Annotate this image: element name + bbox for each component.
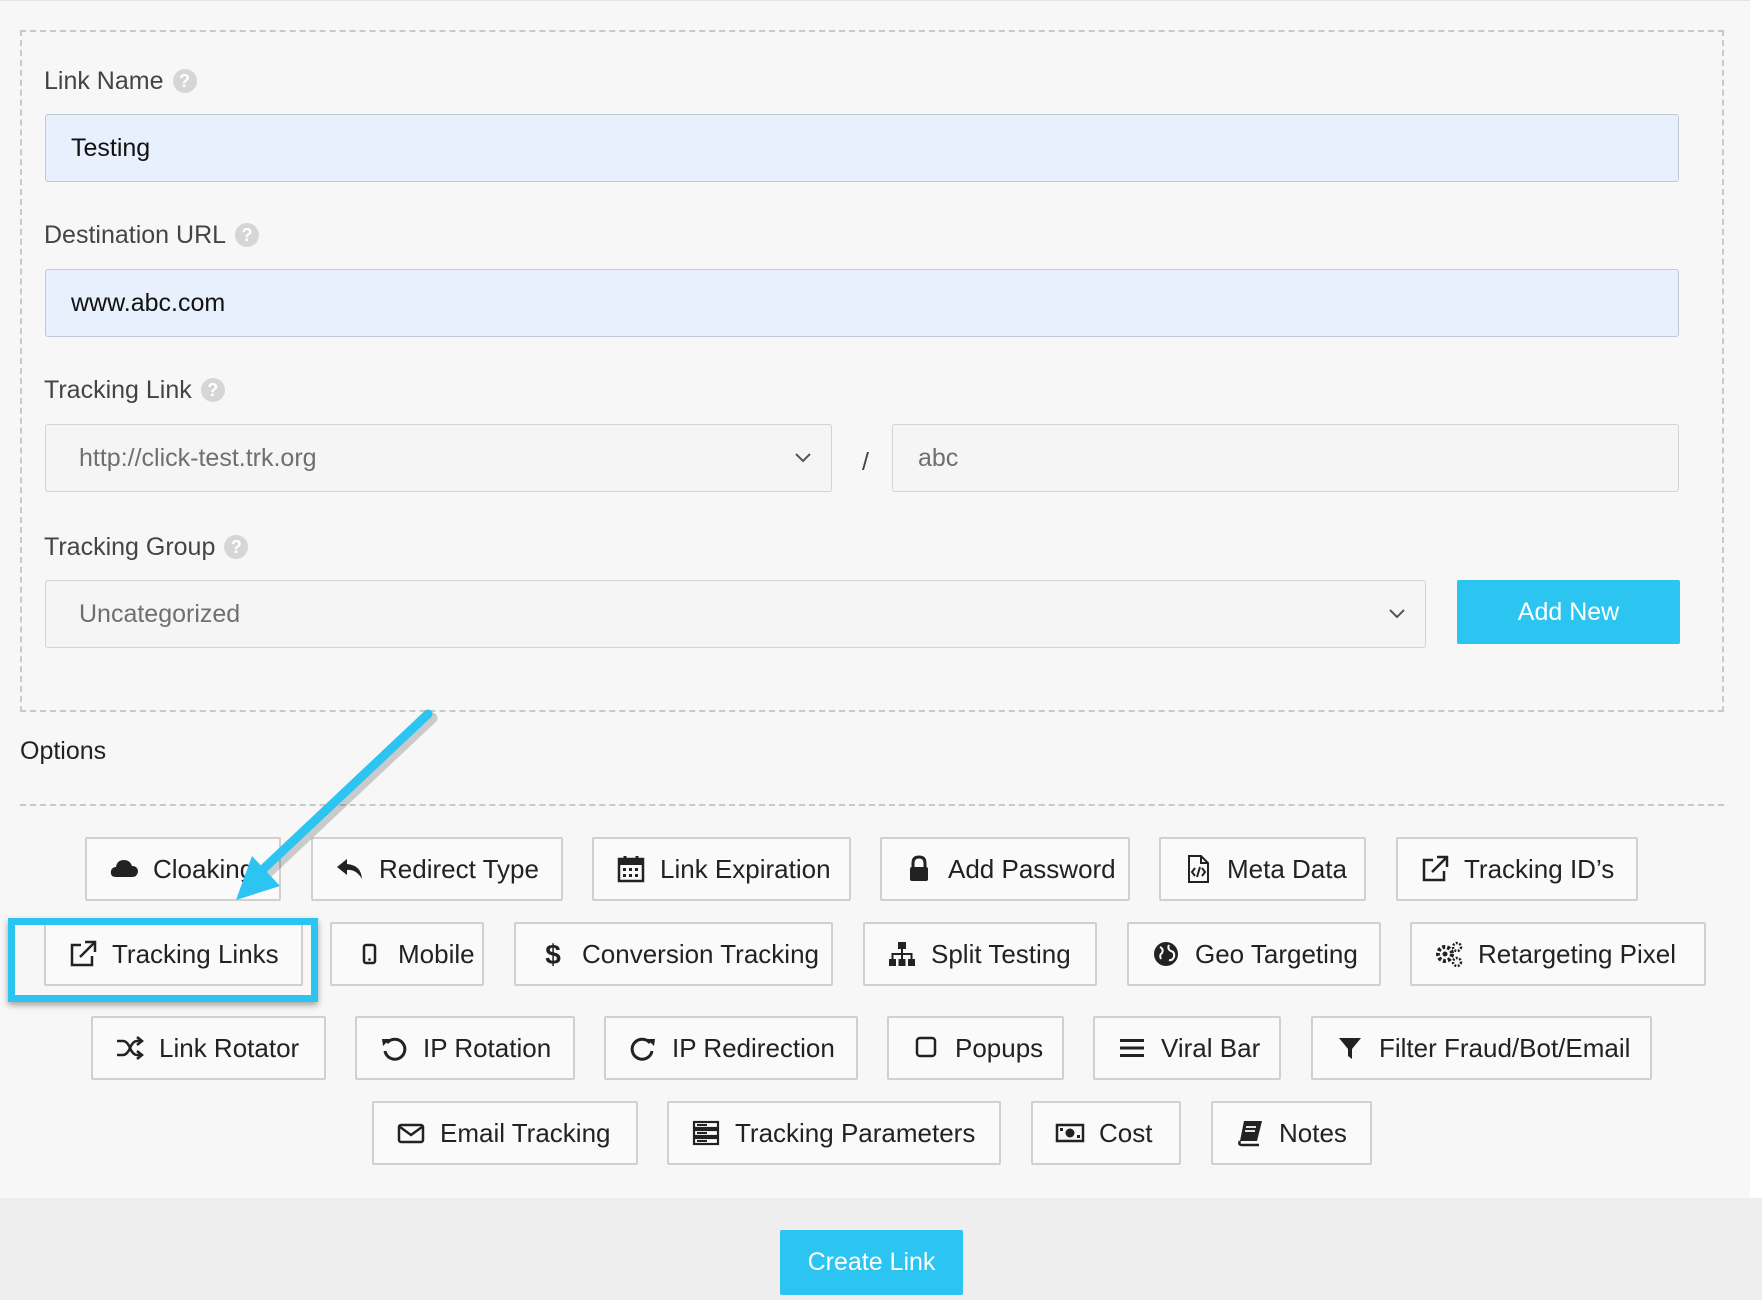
option-label: Geo Targeting — [1195, 938, 1358, 969]
external-link-icon — [1420, 854, 1450, 884]
option-label: Cloaking — [153, 853, 255, 884]
redo-icon — [628, 1033, 658, 1063]
option-conversion-tracking-button[interactable]: $ Conversion Tracking — [514, 922, 833, 986]
bars-icon — [1117, 1033, 1147, 1063]
option-split-testing-button[interactable]: Split Testing — [863, 922, 1097, 986]
mobile-icon — [354, 939, 384, 969]
square-icon — [911, 1033, 941, 1063]
option-link-rotator-button[interactable]: Link Rotator — [91, 1016, 326, 1080]
add-new-button[interactable]: Add New — [1457, 580, 1680, 644]
link-name-value: Testing — [71, 133, 151, 162]
tracking-slug-input[interactable]: abc — [892, 424, 1679, 492]
option-label: Add Password — [948, 853, 1116, 884]
link-name-input[interactable]: Testing — [45, 114, 1679, 182]
dollar-icon: $ — [538, 939, 568, 969]
option-retargeting-pixel-button[interactable]: Retargeting Pixel — [1410, 922, 1706, 986]
option-tracking-parameters-button[interactable]: Tracking Parameters — [667, 1101, 1001, 1165]
option-geo-targeting-button[interactable]: Geo Targeting — [1127, 922, 1381, 986]
option-tracking-ids-button[interactable]: Tracking ID’s — [1396, 837, 1638, 901]
option-cost-button[interactable]: Cost — [1031, 1101, 1181, 1165]
option-add-password-button[interactable]: Add Password — [880, 837, 1130, 901]
option-label: Cost — [1099, 1117, 1153, 1148]
undo-icon — [379, 1033, 409, 1063]
tracking-group-label: Tracking Group ? — [44, 530, 249, 564]
option-label: Conversion Tracking — [582, 938, 819, 969]
cloud-icon — [109, 854, 139, 884]
option-label: Retargeting Pixel — [1478, 938, 1676, 969]
tracking-link-separator: / — [862, 448, 869, 476]
money-bill-icon — [1055, 1118, 1085, 1148]
option-label: Tracking ID’s — [1464, 853, 1615, 884]
option-email-tracking-button[interactable]: Email Tracking — [372, 1101, 638, 1165]
option-notes-button[interactable]: Notes — [1211, 1101, 1372, 1165]
code-file-icon — [1183, 854, 1213, 884]
server-icon — [691, 1118, 721, 1148]
option-link-expiration-button[interactable]: Link Expiration — [592, 837, 851, 901]
calendar-icon — [616, 854, 646, 884]
option-label: Tracking Parameters — [735, 1117, 976, 1148]
option-label: Redirect Type — [379, 853, 539, 884]
tracking-slug-value: abc — [918, 443, 959, 472]
destination-url-label: Destination URL ? — [44, 218, 260, 252]
help-icon[interactable]: ? — [235, 223, 260, 247]
tracking-link-label: Tracking Link ? — [44, 373, 225, 407]
sitemap-icon — [887, 939, 917, 969]
option-ip-rotation-button[interactable]: IP Rotation — [355, 1016, 575, 1080]
options-title: Options — [20, 737, 107, 765]
chevron-down-icon — [795, 453, 811, 463]
help-icon[interactable]: ? — [224, 535, 249, 559]
option-cloaking-button[interactable]: Cloaking — [85, 837, 281, 901]
option-label: Link Rotator — [159, 1032, 300, 1063]
highlight-box — [8, 918, 318, 1002]
create-link-button[interactable]: Create Link — [780, 1230, 963, 1295]
svg-text:$: $ — [545, 939, 561, 969]
tracking-group-value: Uncategorized — [79, 599, 241, 628]
tracking-domain-select[interactable]: http://click-test.trk.org — [45, 424, 832, 492]
tracking-group-label-text: Tracking Group — [44, 532, 216, 561]
option-label: IP Rotation — [423, 1032, 552, 1063]
option-popups-button[interactable]: Popups — [887, 1016, 1064, 1080]
chevron-down-icon — [1389, 609, 1405, 619]
filter-icon — [1335, 1033, 1365, 1063]
option-label: Filter Fraud/Bot/Email — [1379, 1032, 1631, 1063]
option-ip-redirection-button[interactable]: IP Redirection — [604, 1016, 858, 1080]
option-meta-data-button[interactable]: Meta Data — [1159, 837, 1366, 901]
option-redirect-type-button[interactable]: Redirect Type — [311, 837, 563, 901]
option-label: Popups — [955, 1032, 1044, 1063]
lock-icon — [904, 854, 934, 884]
help-icon[interactable]: ? — [172, 69, 197, 93]
option-label: Email Tracking — [440, 1117, 611, 1148]
envelope-icon — [396, 1118, 426, 1148]
option-label: Link Expiration — [660, 853, 831, 884]
random-icon — [115, 1033, 145, 1063]
destination-url-value: www.abc.com — [71, 288, 226, 317]
option-mobile-button[interactable]: Mobile — [330, 922, 484, 986]
gears-icon — [1434, 939, 1464, 969]
option-label: Viral Bar — [1161, 1032, 1261, 1063]
option-label: Split Testing — [931, 938, 1071, 969]
help-icon[interactable]: ? — [200, 378, 225, 402]
link-name-label: Link Name ? — [44, 64, 197, 98]
tracking-domain-value: http://click-test.trk.org — [79, 443, 317, 472]
option-filter-fraud-button[interactable]: Filter Fraud/Bot/Email — [1311, 1016, 1652, 1080]
options-divider — [20, 804, 1724, 806]
book-icon — [1235, 1118, 1265, 1148]
destination-url-label-text: Destination URL — [44, 220, 227, 249]
option-viral-bar-button[interactable]: Viral Bar — [1093, 1016, 1281, 1080]
option-label: Mobile — [398, 938, 475, 969]
destination-url-input[interactable]: www.abc.com — [45, 269, 1679, 337]
link-name-label-text: Link Name — [44, 66, 164, 95]
option-label: Notes — [1279, 1117, 1347, 1148]
option-label: IP Redirection — [672, 1032, 835, 1063]
globe-icon — [1151, 939, 1181, 969]
reply-icon — [335, 854, 365, 884]
tracking-group-select[interactable]: Uncategorized — [45, 580, 1426, 648]
tracking-link-label-text: Tracking Link — [44, 375, 192, 404]
option-label: Meta Data — [1227, 853, 1347, 884]
